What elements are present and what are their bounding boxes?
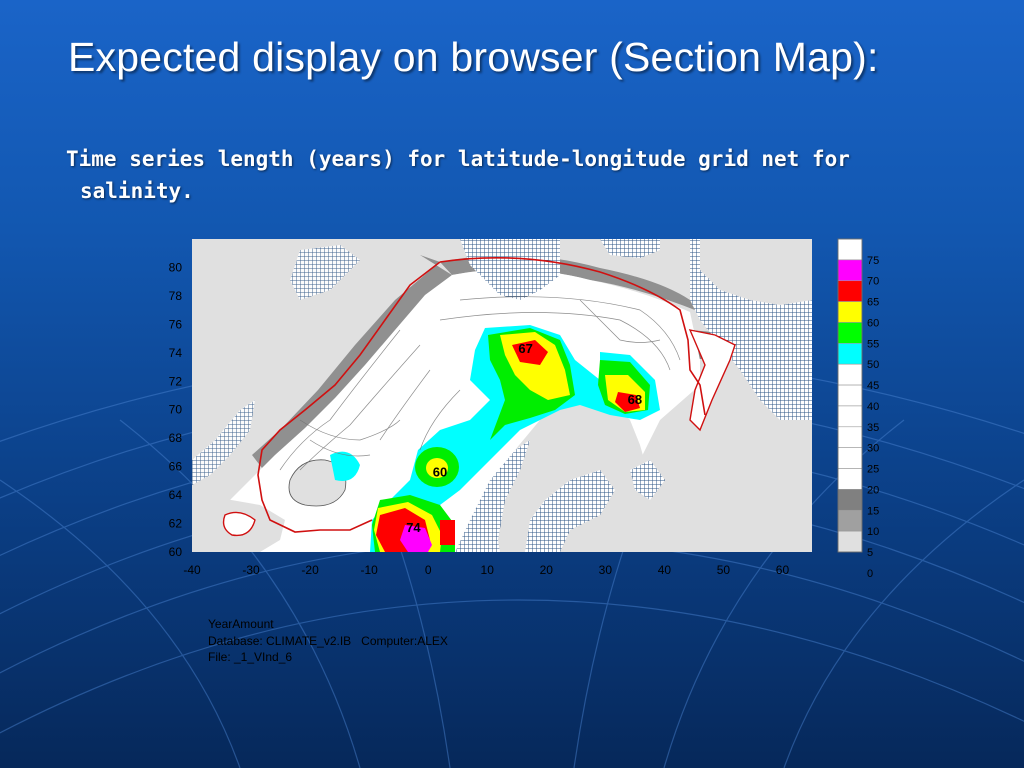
color-bar-swatch bbox=[837, 405, 863, 428]
x-tick-label: -10 bbox=[360, 563, 378, 577]
x-tick-label: 30 bbox=[599, 563, 613, 577]
color-bar-swatch bbox=[837, 468, 863, 490]
color-bar-label: 50 bbox=[867, 359, 879, 371]
y-tick-label: 66 bbox=[169, 460, 183, 474]
x-tick-label: 20 bbox=[540, 563, 554, 577]
y-tick-label: 64 bbox=[169, 488, 183, 502]
y-tick-label: 80 bbox=[169, 260, 183, 274]
y-tick-label: 72 bbox=[169, 374, 183, 388]
y-axis: 80 78 76 74 72 70 68 66 64 62 60 bbox=[169, 260, 183, 559]
color-bar-swatch bbox=[837, 489, 863, 511]
color-bar-swatch bbox=[837, 280, 863, 302]
x-tick-label: -20 bbox=[301, 563, 319, 577]
contour-value-label: 68 bbox=[628, 392, 642, 407]
color-bar-swatch bbox=[837, 509, 863, 532]
color-bar-swatch bbox=[837, 426, 863, 448]
color-bar-label: 0 bbox=[867, 568, 873, 580]
color-bar-label: 10 bbox=[867, 526, 879, 538]
color-bar-swatch bbox=[837, 322, 863, 344]
color-bar-label: 30 bbox=[867, 443, 879, 455]
subtitle-line-2: salinity. bbox=[80, 179, 194, 203]
x-axis: -40 -30 -20 -10 0 10 20 30 40 50 60 bbox=[183, 563, 789, 577]
color-bar-label: 40 bbox=[867, 401, 879, 413]
footer-file: File: _1_VInd_6 bbox=[208, 650, 293, 664]
y-tick-label: 78 bbox=[169, 289, 183, 303]
section-map-figure: 67 68 60 74 80 78 76 74 72 70 68 66 64 62 60 -40 -30 -2… bbox=[169, 238, 879, 580]
color-bar-swatch bbox=[837, 301, 863, 323]
y-tick-label: 68 bbox=[169, 431, 183, 445]
footer-database: Database: CLIMATE_v2.IB Computer:ALEX bbox=[208, 633, 448, 648]
slide-subtitle: Time series length (years) for latitude-… bbox=[66, 143, 946, 207]
y-tick-label: 70 bbox=[169, 403, 183, 417]
contour-value-label: 67 bbox=[518, 341, 532, 356]
color-bar-label: 20 bbox=[867, 484, 879, 496]
slide-title: Expected display on browser (Section Map… bbox=[68, 34, 879, 80]
color-bar-swatch bbox=[837, 343, 863, 365]
color-bar-label: 75 bbox=[867, 255, 879, 267]
x-tick-label: 40 bbox=[658, 563, 672, 577]
subtitle-line-1: Time series length (years) for latitude-… bbox=[66, 147, 850, 171]
contour-value-label: 60 bbox=[433, 465, 447, 480]
x-tick-label: -40 bbox=[183, 563, 201, 577]
color-bar-label: 65 bbox=[867, 297, 879, 309]
y-tick-label: 74 bbox=[169, 346, 183, 360]
color-bar-label: 5 bbox=[867, 547, 873, 559]
color-bar-label: 45 bbox=[867, 380, 879, 392]
y-tick-label: 60 bbox=[169, 545, 183, 559]
color-bar-label: 25 bbox=[867, 464, 879, 476]
y-tick-label: 76 bbox=[169, 317, 183, 331]
color-bar-label: 70 bbox=[867, 276, 879, 288]
y-tick-label: 62 bbox=[169, 517, 183, 531]
color-bar-label: 15 bbox=[867, 505, 879, 517]
color-bar-swatch bbox=[837, 384, 863, 407]
color-bar-label: 60 bbox=[867, 317, 879, 329]
x-tick-label: 10 bbox=[481, 563, 495, 577]
color-bar-swatch bbox=[837, 259, 863, 282]
footer-variable: YearAmount bbox=[208, 617, 274, 631]
contour-value-label: 74 bbox=[406, 520, 421, 535]
color-bar-label: 35 bbox=[867, 422, 879, 434]
x-tick-label: -30 bbox=[242, 563, 260, 577]
color-bar-swatch bbox=[837, 530, 863, 553]
color-bar: 757065605550454035302520151050 bbox=[837, 238, 879, 580]
x-tick-label: 60 bbox=[776, 563, 790, 577]
color-bar-swatch bbox=[837, 363, 863, 386]
x-tick-label: 0 bbox=[425, 563, 432, 577]
x-tick-label: 50 bbox=[717, 563, 731, 577]
figure-metadata: YearAmount Database: CLIMATE_v2.IB Compu… bbox=[208, 616, 448, 666]
color-bar-swatch bbox=[837, 238, 863, 261]
color-bar-swatch bbox=[837, 447, 863, 469]
color-bar-label: 55 bbox=[867, 338, 879, 350]
field-65-70-shelf bbox=[440, 520, 455, 545]
